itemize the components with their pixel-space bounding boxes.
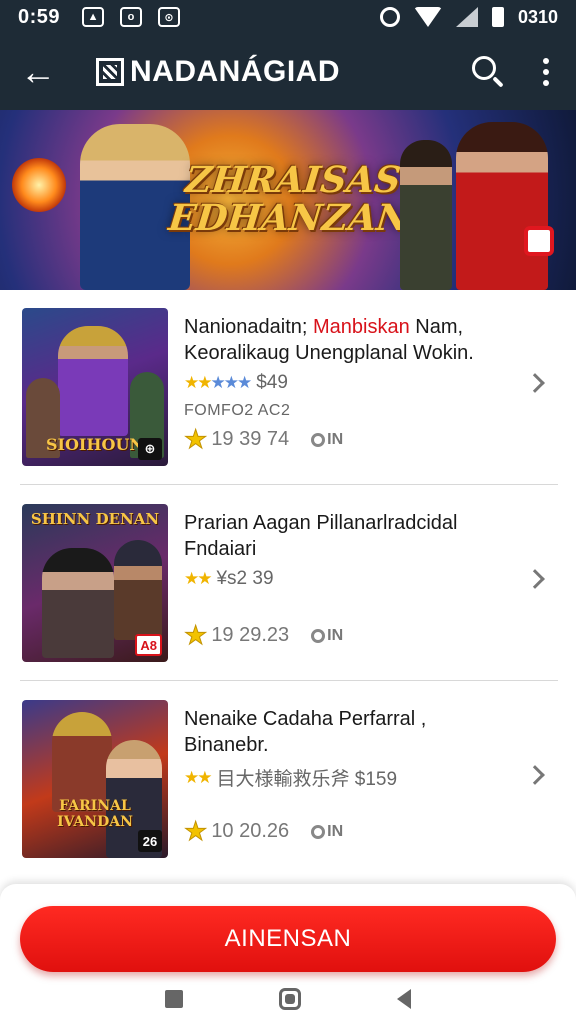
banner-title-line2: EDHANZAN [166, 197, 412, 239]
gem-badge-icon [524, 226, 554, 256]
game-title: Prarian Aagan Pillanarlradcidal Fndaiari [184, 512, 458, 560]
game-price: $49 [256, 372, 288, 393]
nav-back-icon[interactable] [397, 989, 411, 1009]
thumbnail-badge: ⊕ [138, 438, 162, 460]
thumbnail-title: FARINAL IVANDAN [57, 798, 133, 830]
featured-banner[interactable]: ZHRAISAS EDHANZAN [0, 110, 576, 290]
price-line: ★★ ¥s2 39 [184, 568, 274, 590]
mini-rating-stars: ★★ [184, 767, 213, 787]
app-title: NADANÁGIAD [130, 55, 340, 88]
star-icon: ★ [183, 816, 208, 847]
game-title: Nanionadaitn; Manbiskan Nam, Keoralikaug… [184, 316, 474, 364]
banner-title-line1: ZHRAISAS [183, 159, 403, 202]
sync-icon [379, 7, 400, 27]
hero-figure [114, 540, 162, 640]
status-indicators: 0310 [379, 6, 558, 28]
system-nav-bar [0, 974, 576, 1024]
app-notification-icon: o [120, 7, 143, 27]
app-logo-icon [96, 58, 124, 86]
more-vert-icon[interactable] [516, 42, 576, 102]
thumbnail-badge: 26 [138, 830, 162, 852]
rating-value: 10 20.26 [211, 820, 290, 842]
list-item[interactable]: SHINN DENAN A8 Prarian Aagan Pillanarlra… [0, 486, 576, 682]
game-list: SIOIHOUN ⊕ Nanionadaitn; Manbiskan Nam, … [0, 290, 576, 878]
game-thumbnail: SIOIHOUN ⊕ [22, 308, 168, 466]
divider [20, 484, 558, 485]
banner-title: ZHRAISAS EDHANZAN [167, 140, 412, 260]
game-price: ¥s2 39 [216, 568, 274, 589]
price-line: ★★★★★ $49 [184, 372, 288, 394]
download-icon [311, 628, 326, 643]
downloads: IN [311, 431, 343, 449]
rating-value: 19 29.23 [211, 624, 290, 646]
downloads: IN [311, 823, 343, 841]
wifi-icon [413, 7, 442, 27]
game-subtitle: FOMFO2 AC2 [184, 402, 291, 419]
game-price: 目大様輸救乐斧 $159 [216, 769, 398, 790]
mini-rating-stars: ★★ [184, 569, 213, 588]
mini-rating-stars: ★★★★★ [184, 373, 252, 392]
back-arrow-icon[interactable]: ← [0, 34, 76, 110]
chevron-right-icon[interactable] [525, 765, 545, 785]
hero-figure [456, 122, 548, 290]
thumbnail-title: SHINN DENAN [30, 510, 160, 528]
battery-icon [491, 7, 504, 27]
primary-action-button[interactable]: AINENSAN [20, 906, 556, 972]
fireball-art [12, 158, 66, 212]
status-bar: 0:59 ▲ o ⊙ 0310 [0, 0, 576, 34]
photo-notification-icon: ▲ [82, 7, 105, 27]
game-title: Nenaike Cadaha Perfarral , Binanebr. [184, 708, 427, 756]
recent-apps-icon[interactable] [165, 990, 183, 1008]
chevron-right-icon[interactable] [525, 569, 545, 589]
download-icon [311, 824, 326, 839]
list-item[interactable]: SIOIHOUN ⊕ Nanionadaitn; Manbiskan Nam, … [0, 290, 576, 486]
downloads: IN [311, 627, 343, 645]
app-bar: ← NADANÁGIAD [0, 34, 576, 110]
chevron-right-icon[interactable] [525, 373, 545, 393]
hero-figure [52, 712, 112, 812]
star-icon: ★ [183, 620, 208, 651]
list-item[interactable]: FARINAL IVANDAN 26 Nenaike Cadaha Perfar… [0, 682, 576, 878]
message-notification-icon: ⊙ [158, 7, 181, 27]
price-line: ★★ 目大様輸救乐斧 $159 [184, 764, 397, 791]
rating-line: ★ 19 29.23 IN [183, 620, 343, 651]
search-icon[interactable] [456, 42, 516, 102]
rating-line: ★ 19 39 74 IN [183, 424, 343, 455]
thumbnail-badge: A8 [135, 634, 162, 656]
game-thumbnail: SHINN DENAN A8 [22, 504, 168, 662]
download-icon [311, 432, 326, 447]
star-icon: ★ [183, 424, 208, 455]
home-icon[interactable] [279, 988, 301, 1010]
rating-line: ★ 10 20.26 IN [183, 816, 343, 847]
battery-text: 0310 [517, 6, 558, 27]
divider [20, 680, 558, 681]
rating-value: 19 39 74 [211, 428, 290, 450]
hero-figure [58, 326, 128, 436]
hero-figure [42, 548, 114, 658]
game-thumbnail: FARINAL IVANDAN 26 [22, 700, 168, 858]
hero-figure [400, 140, 452, 290]
signal-icon [455, 7, 478, 27]
status-time: 0:59 [18, 5, 61, 28]
